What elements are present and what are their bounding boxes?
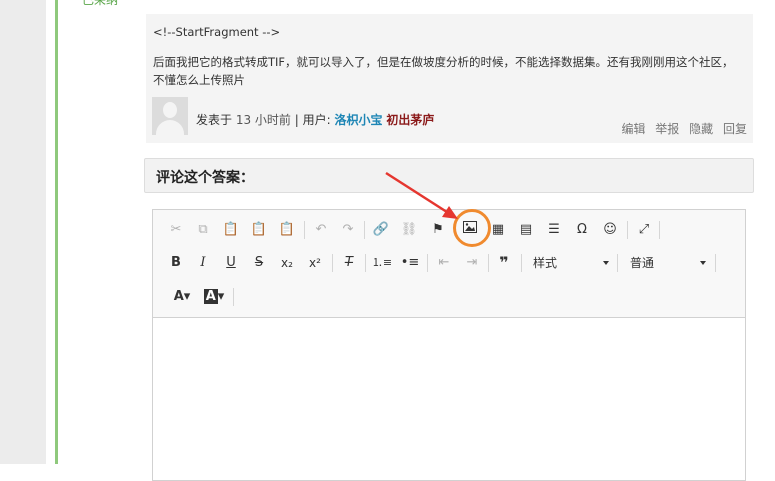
pointer-arrow: [385, 171, 458, 219]
